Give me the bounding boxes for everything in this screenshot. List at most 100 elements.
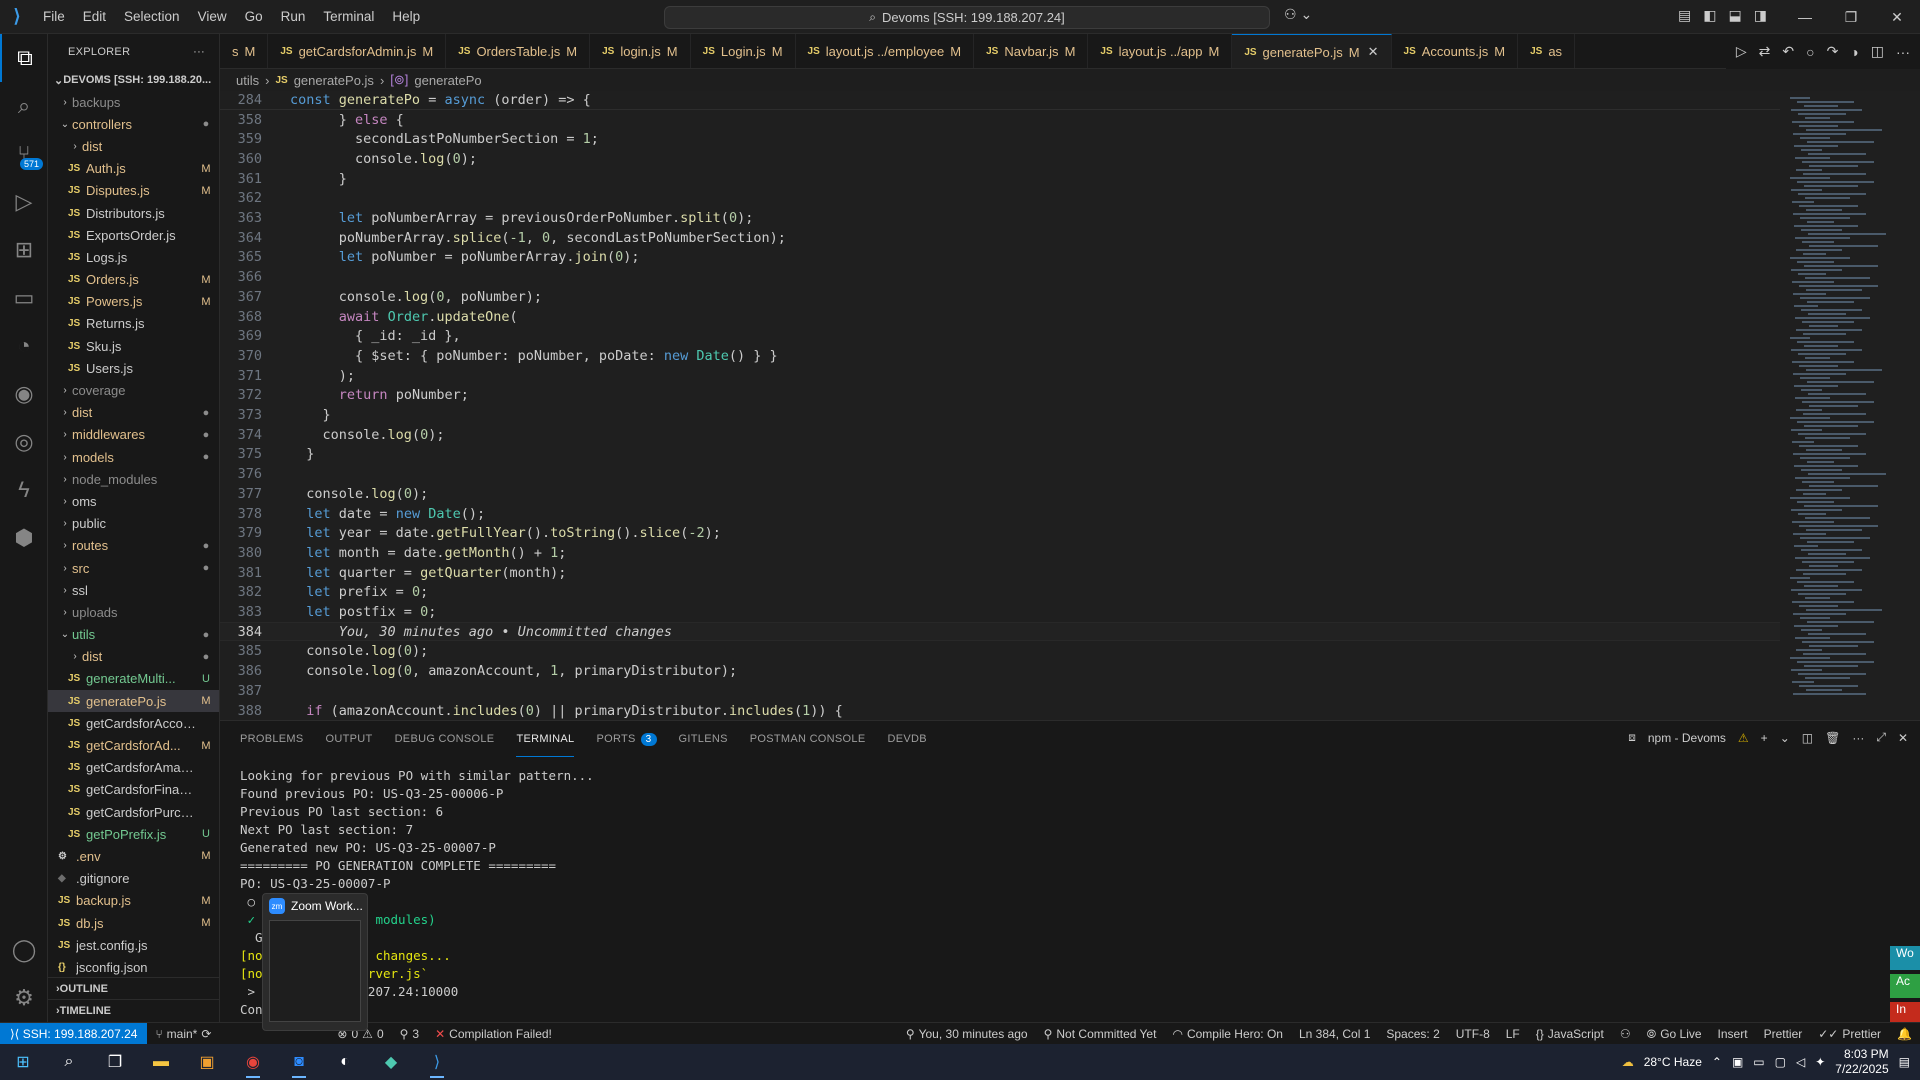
code-line[interactable]: 380 let month = date.getMonth() + 1; [220,543,567,562]
code-line[interactable]: 381 let quarter = getQuarter(month); [220,563,567,582]
folder-item[interactable]: ⌄ controllers ● [48,113,219,135]
menu-selection[interactable]: Selection [115,0,189,34]
sticky-scroll-line[interactable]: 284 const generatePo = async (order) => … [220,91,1780,110]
forward-icon[interactable]: ↷ [1827,43,1839,60]
minimize-icon[interactable]: — [1782,0,1828,34]
maximize-panel-icon[interactable]: ⤢ [1876,730,1886,745]
indentation[interactable]: Spaces: 2 [1378,1027,1447,1041]
database-icon[interactable]: ◎ [0,418,48,466]
cursor-position[interactable]: Ln 384, Col 1 [1291,1027,1378,1041]
editor-tab[interactable]: JS OrdersTable.js M [446,34,591,68]
network-icon[interactable]: ▣ [1732,1055,1743,1069]
file-item[interactable]: JS getCardsforPurchasi... [48,801,219,823]
explorer-icon[interactable]: ⧉ [0,34,48,82]
file-item[interactable]: {} jsconfig.json [48,956,219,978]
code-line[interactable]: 382 let prefix = 0; [220,583,429,602]
folder-item[interactable]: › src ● [48,557,219,579]
panel-tab-terminal[interactable]: TERMINAL [516,721,575,757]
customize-layout-icon[interactable]: ▤ [1678,7,1691,24]
file-item[interactable]: JS generatePo.js M [48,690,219,713]
panel-tab-debug-console[interactable]: DEBUG CONSOLE [395,721,495,757]
editor-tab[interactable]: JS generatePo.js M ✕ [1232,34,1392,68]
encoding[interactable]: UTF-8 [1448,1027,1498,1041]
terminal-name[interactable]: npm - Devoms [1648,731,1726,745]
editor-tab[interactable]: JS layout.js ../employee M [796,34,975,68]
run-icon[interactable]: ▷ [1736,43,1747,60]
code-line[interactable]: 361 } [220,169,347,188]
app-2-icon[interactable]: ◆ [368,1044,414,1080]
prettier-status-2[interactable]: ✓✓ Prettier [1810,1027,1889,1041]
file-item[interactable]: JS getCardsforAd... M [48,734,219,756]
clock[interactable]: 8:03 PM 7/22/2025 [1835,1047,1888,1077]
trash-icon[interactable]: 🗑 [1825,731,1840,745]
code-line[interactable]: 373 } [220,406,331,425]
folder-item[interactable]: › middlewares ● [48,424,219,446]
file-item[interactable]: JS Users.js [48,357,219,379]
task-view-icon[interactable]: ❐ [92,1044,138,1080]
display-icon[interactable]: ▢ [1775,1055,1786,1069]
menu-terminal[interactable]: Terminal [314,0,383,34]
file-item[interactable]: JS Disputes.js M [48,180,219,202]
code-editor[interactable]: 284 const generatePo = async (order) => … [220,91,1780,720]
code-line[interactable]: 371 ); [220,366,355,385]
folder-item[interactable]: › node_modules [48,468,219,490]
editor-tab[interactable]: JS getCardsforAdmin.js M [268,34,447,68]
folder-item[interactable]: › routes ● [48,535,219,557]
close-tab-icon[interactable]: ✕ [1368,44,1379,60]
file-item[interactable]: JS getPoPrefix.js U [48,823,219,845]
editor-tab[interactable]: JS as [1518,34,1576,68]
store-icon[interactable]: ▣ [184,1044,230,1080]
branch-status[interactable]: ⑂ main* ⟳ [147,1027,219,1041]
file-item[interactable]: JS Sku.js [48,335,219,357]
python-icon[interactable]: ⬢ [0,514,48,562]
editor-tab[interactable]: JS Navbar.js M [974,34,1089,68]
file-item[interactable]: ◆ .gitignore [48,868,219,890]
notifications-icon[interactable]: 🔔 [1889,1027,1920,1041]
code-line[interactable]: 372 return poNumber; [220,386,469,405]
toggle-sidebar-icon[interactable]: ◧ [1703,7,1716,24]
code-line[interactable]: 374 console.log(0); [220,425,445,444]
ports-status[interactable]: ⚲ 3 [392,1027,427,1041]
code-line[interactable]: 370 { $set: { poNumber: poNumber, poDate… [220,346,778,365]
panel-tab-gitlens[interactable]: GITLENS [679,721,728,757]
search-icon[interactable]: ⌕ [46,1044,92,1080]
tray-extra-icon[interactable]: ✦ [1815,1055,1825,1069]
code-line[interactable]: 386 console.log(0, amazonAccount, 1, pri… [220,662,737,681]
menu-view[interactable]: View [189,0,236,34]
folder-item[interactable]: › backups [48,91,219,113]
folder-item[interactable]: › coverage [48,379,219,401]
remote-explorer-icon[interactable]: ▭ [0,274,48,322]
more-icon[interactable]: ··· [1896,44,1910,60]
code-line[interactable]: 376 [220,465,262,484]
side-badge-2[interactable]: Ac [1890,974,1920,998]
code-line[interactable]: 358 } else { [220,110,404,129]
folder-item[interactable]: › oms [48,490,219,512]
code-line[interactable]: 363 let poNumberArray = previousOrderPoN… [220,209,754,228]
compare-icon[interactable]: ⇄ [1759,43,1771,60]
end-of-line[interactable]: LF [1498,1027,1528,1041]
side-badge-1[interactable]: Wo [1890,946,1920,970]
breadcrumb-folder[interactable]: utils [236,73,259,88]
postman-icon[interactable]: ◉ [0,370,48,418]
close-window-icon[interactable]: ✕ [1874,0,1920,34]
blame-status[interactable]: ⚲ You, 30 minutes ago [898,1027,1036,1041]
file-item[interactable]: JS db.js M [48,912,219,934]
menu-help[interactable]: Help [383,0,429,34]
editor-tab[interactable]: sM [220,34,269,68]
code-line[interactable]: 362 [220,189,262,208]
panel-tab-output[interactable]: OUTPUT [326,721,373,757]
panel-tab-postman-console[interactable]: POSTMAN CONSOLE [750,721,866,757]
file-item[interactable]: JS Powers.js M [48,291,219,313]
folder-item[interactable]: › public [48,513,219,535]
vscode-taskbar-icon[interactable]: ⟩ [414,1044,460,1080]
file-item[interactable]: JS Returns.js [48,313,219,335]
breadcrumb-file[interactable]: generatePo.js [294,73,374,88]
toggle-secondary-sidebar-icon[interactable]: ◨ [1754,7,1767,24]
thunder-icon[interactable]: ϟ [0,466,48,514]
settings-gear-icon[interactable]: ⚙ [0,974,48,1022]
split-editor-icon[interactable]: ◫ [1871,43,1884,60]
accounts-icon[interactable]: ◯ [0,926,48,974]
file-item[interactable]: JS generateMulti... U [48,668,219,690]
workspace-root[interactable]: ⌄ DEVOMS [SSH: 199.188.20... [48,69,219,91]
file-item[interactable]: JS getCardsforAccount.js [48,712,219,734]
